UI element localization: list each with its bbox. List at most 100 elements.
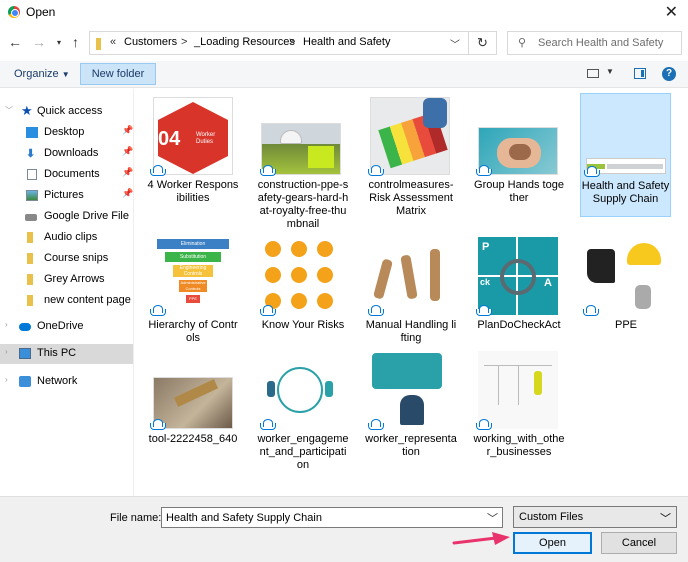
cloud-sync-icon bbox=[582, 305, 599, 316]
recent-locations-chevron-icon[interactable]: ▾ bbox=[57, 38, 61, 47]
breadcrumb-separator: > bbox=[181, 36, 188, 48]
folder-icon bbox=[27, 295, 33, 306]
open-button[interactable]: Open bbox=[513, 532, 592, 554]
sidebar-item-desktop[interactable]: Desktop 📌 bbox=[0, 123, 133, 143]
cloud-sync-icon bbox=[149, 165, 166, 176]
cancel-button[interactable]: Cancel bbox=[601, 532, 677, 554]
file-tile[interactable]: P ck A PlanDoCheckAct bbox=[473, 235, 565, 351]
organize-menu[interactable]: Organize ▼ bbox=[14, 68, 70, 80]
file-list[interactable]: 04 Worker Duties 4 Worker Responsibiliti… bbox=[135, 89, 688, 496]
sidebar-item-downloads[interactable]: ⬇ Downloads 📌 bbox=[0, 144, 133, 164]
sidebar-item-label: OneDrive bbox=[37, 320, 84, 332]
change-view-icon[interactable] bbox=[587, 69, 599, 78]
expand-chevron-icon[interactable]: › bbox=[5, 320, 8, 329]
preview-pane-icon[interactable] bbox=[634, 68, 646, 79]
cloud-sync-icon bbox=[149, 305, 166, 316]
pin-icon[interactable]: 📌 bbox=[122, 125, 133, 136]
sidebar-item-new-content-page[interactable]: new content page s bbox=[0, 291, 133, 311]
sidebar-item-label: Quick access bbox=[37, 105, 103, 117]
file-name: worker_engagement_and_participation bbox=[257, 433, 349, 471]
search-input[interactable] bbox=[538, 34, 678, 52]
search-box[interactable]: ⚲ bbox=[507, 31, 682, 55]
hierarchy-level: Elimination bbox=[157, 239, 229, 249]
back-arrow-icon[interactable]: ← bbox=[8, 34, 22, 50]
filename-value[interactable]: Health and Safety Supply Chain bbox=[166, 512, 322, 524]
sidebar-item-quick-access[interactable]: ﹀ ★ Quick access bbox=[0, 102, 133, 122]
file-tile[interactable]: tool-2222458_640 bbox=[147, 349, 239, 465]
sidebar-item-label: Downloads bbox=[44, 147, 99, 159]
file-type-filter[interactable]: Custom Files ﹀ bbox=[513, 506, 677, 528]
expand-chevron-icon[interactable]: › bbox=[5, 375, 8, 384]
cloud-sync-icon bbox=[259, 165, 276, 176]
new-folder-button[interactable]: New folder bbox=[80, 63, 156, 85]
refresh-icon: ↻ bbox=[477, 35, 488, 50]
thumbnail-risk-matrix bbox=[370, 97, 450, 175]
title-bar: Open ✕ bbox=[0, 0, 688, 26]
thumbnail-lifting bbox=[370, 237, 450, 315]
address-bar[interactable]: « Customers > _Loading Resources > Healt… bbox=[89, 31, 469, 55]
thumbnail-risks bbox=[261, 237, 341, 315]
file-tile[interactable]: construction-ppe-safety-gears-hard-hat-r… bbox=[257, 95, 349, 230]
sidebar-item-onedrive[interactable]: › OneDrive bbox=[0, 317, 133, 337]
file-name: Health and Safety Supply Chain bbox=[581, 180, 670, 205]
sidebar-item-label: Audio clips bbox=[44, 231, 98, 243]
file-tile[interactable]: worker_engagement_and_participation bbox=[257, 349, 349, 471]
close-icon[interactable]: ✕ bbox=[665, 2, 678, 22]
sidebar-item-label: Course snips bbox=[44, 252, 109, 264]
sidebar-item-label: Google Drive File bbox=[44, 210, 129, 222]
view-options-dropdown-icon[interactable]: ▼ bbox=[606, 67, 614, 76]
breadcrumb-customers[interactable]: Customers bbox=[124, 36, 177, 48]
file-tile[interactable]: working_with_other_businesses bbox=[473, 349, 565, 465]
refresh-button[interactable]: ↻ bbox=[469, 31, 497, 55]
forward-arrow-icon[interactable]: → bbox=[32, 34, 46, 50]
sidebar-item-this-pc[interactable]: › This PC bbox=[0, 344, 133, 364]
search-icon: ⚲ bbox=[518, 37, 527, 49]
breadcrumb-loading-resources[interactable]: _Loading Resources bbox=[194, 36, 295, 48]
file-tile-selected[interactable]: Health and Safety Supply Chain bbox=[580, 93, 671, 217]
help-icon[interactable]: ? bbox=[662, 67, 676, 81]
thumbnail-ppe bbox=[585, 237, 665, 315]
sidebar-item-network[interactable]: › Network bbox=[0, 372, 133, 392]
expand-chevron-icon[interactable]: ﹀ bbox=[5, 105, 13, 116]
file-tile[interactable]: worker_representation bbox=[365, 349, 457, 465]
navigation-pane[interactable]: ﹀ ★ Quick access Desktop 📌 ⬇ Downloads 📌… bbox=[0, 89, 134, 496]
hierarchy-level: Substitution bbox=[165, 252, 221, 262]
pin-icon[interactable]: 📌 bbox=[122, 146, 133, 157]
sidebar-item-label: Network bbox=[37, 375, 78, 387]
expand-chevron-icon[interactable]: › bbox=[5, 347, 8, 356]
pin-icon[interactable]: 📌 bbox=[122, 188, 133, 199]
overflow-chevron[interactable]: « bbox=[110, 36, 116, 48]
chevron-down-icon[interactable]: ﹀ bbox=[660, 510, 671, 526]
cloud-sync-icon bbox=[367, 419, 384, 430]
up-arrow-icon[interactable]: ↑ bbox=[72, 34, 79, 50]
breadcrumb-separator: > bbox=[289, 36, 296, 48]
cloud-sync-icon bbox=[367, 165, 384, 176]
cloud-sync-icon bbox=[475, 305, 492, 316]
file-tile[interactable]: PPE bbox=[580, 235, 672, 351]
annotation-arrow-icon bbox=[452, 532, 510, 545]
file-tile[interactable]: 04 Worker Duties 4 Worker Responsibiliti… bbox=[147, 95, 239, 211]
sidebar-item-audio-clips[interactable]: Audio clips bbox=[0, 228, 133, 248]
file-tile[interactable]: Manual Handling lifting bbox=[365, 235, 457, 351]
chevron-down-icon[interactable]: ﹀ bbox=[487, 510, 498, 526]
sidebar-item-documents[interactable]: Documents 📌 bbox=[0, 165, 133, 185]
organize-label: Organize bbox=[14, 68, 59, 80]
sidebar-item-google-drive[interactable]: Google Drive File bbox=[0, 207, 133, 227]
sidebar-item-pictures[interactable]: Pictures 📌 bbox=[0, 186, 133, 206]
chevron-down-icon[interactable]: ﹀ bbox=[450, 36, 460, 51]
sidebar-item-course-snips[interactable]: Course snips bbox=[0, 249, 133, 269]
cloud-sync-icon bbox=[475, 165, 492, 176]
file-tile[interactable]: Group Hands together bbox=[473, 95, 565, 211]
star-icon: ★ bbox=[21, 103, 33, 118]
folder-icon bbox=[96, 38, 101, 50]
pin-icon[interactable]: 📌 bbox=[122, 167, 133, 178]
filename-field[interactable]: Health and Safety Supply Chain ﹀ bbox=[161, 507, 503, 528]
file-tile[interactable]: Know Your Risks bbox=[257, 235, 349, 351]
file-tile[interactable]: Elimination Substitution Engineering Con… bbox=[147, 235, 239, 351]
hierarchy-level: PPE bbox=[186, 295, 200, 303]
window-title: Open bbox=[26, 5, 56, 19]
file-tile[interactable]: controlmeasures-Risk Assessment Matrix bbox=[365, 95, 457, 217]
google-drive-icon bbox=[25, 214, 37, 221]
breadcrumb-health-and-safety[interactable]: Health and Safety bbox=[303, 36, 390, 48]
sidebar-item-grey-arrows[interactable]: Grey Arrows bbox=[0, 270, 133, 290]
